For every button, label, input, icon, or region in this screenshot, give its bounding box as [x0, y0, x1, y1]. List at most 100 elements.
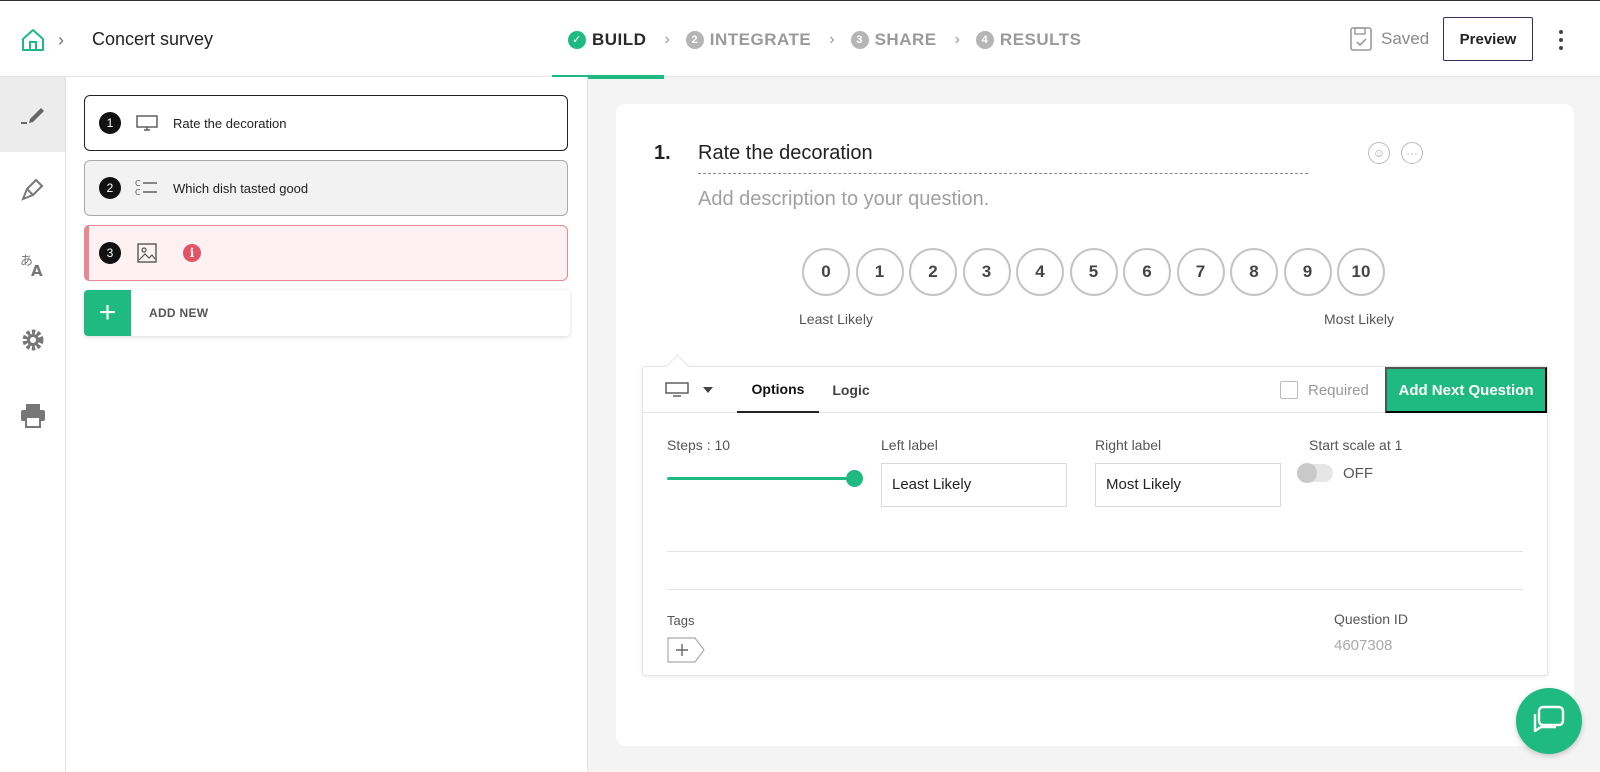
- error-info-icon: i: [183, 244, 201, 262]
- right-label-input[interactable]: Most Likely: [1095, 463, 1281, 507]
- question-index: 1.: [654, 142, 671, 164]
- svg-text:C: C: [135, 179, 141, 188]
- chevron-right-icon: ›: [829, 30, 835, 48]
- step-number: 4: [975, 30, 994, 49]
- step-label: BUILD: [592, 29, 647, 49]
- left-label-input[interactable]: Least Likely: [881, 463, 1067, 507]
- left-label-title: Left label: [881, 437, 938, 453]
- step-number: 3: [850, 30, 869, 49]
- save-disk-icon: [1350, 27, 1372, 51]
- add-new-label: ADD NEW: [149, 306, 209, 320]
- rail-settings[interactable]: [0, 302, 65, 377]
- options-header: Options Logic Required Add Next Question: [643, 367, 1549, 413]
- more-horizontal-icon[interactable]: ···: [1401, 142, 1423, 164]
- question-id-value: 4607308: [1334, 637, 1393, 654]
- scale-option[interactable]: 1: [855, 248, 904, 296]
- tags-label: Tags: [667, 613, 695, 628]
- rail-print[interactable]: [0, 377, 65, 452]
- scale-option[interactable]: 8: [1230, 248, 1278, 296]
- svg-text:C: C: [135, 188, 141, 197]
- survey-title[interactable]: Concert survey: [92, 29, 213, 50]
- question-type-dropdown[interactable]: [665, 381, 713, 399]
- scale-right-label: Most Likely: [1324, 311, 1395, 327]
- emoji-icon[interactable]: ☺: [1368, 142, 1390, 164]
- scale-left-label: Least Likely: [799, 311, 873, 327]
- left-rail: あ A: [0, 77, 66, 772]
- question-list-panel: 1 Rate the decoration 2 C C Which dish t…: [66, 77, 588, 772]
- chat-support-button[interactable]: [1516, 688, 1582, 754]
- scale-option[interactable]: 0: [802, 248, 850, 296]
- rating-scale: 0 1 2 3 4 5 6 7 8 9 10: [802, 248, 1391, 296]
- rail-design[interactable]: [0, 152, 65, 227]
- top-bar: › Concert survey ✓ BUILD › 2 INTEGRATE ›…: [0, 0, 1600, 79]
- tab-logic[interactable]: Logic: [823, 367, 879, 413]
- scale-option[interactable]: 4: [1016, 248, 1064, 296]
- steps-slider[interactable]: [667, 470, 863, 487]
- scale-option[interactable]: 7: [1176, 248, 1225, 296]
- monitor-icon: [665, 382, 689, 397]
- monitor-icon: [136, 115, 158, 131]
- preview-button[interactable]: Preview: [1443, 17, 1533, 61]
- question-number: 2: [99, 177, 121, 199]
- step-label: SHARE: [874, 29, 937, 49]
- question-id-label: Question ID: [1334, 611, 1408, 627]
- slider-handle[interactable]: [846, 470, 863, 487]
- question-card-3[interactable]: 3 i: [84, 225, 568, 281]
- home-icon[interactable]: [20, 27, 46, 53]
- toggle-track: [1297, 463, 1333, 483]
- step-integrate[interactable]: 2 INTEGRATE: [685, 1, 829, 78]
- pen-icon: [20, 107, 44, 124]
- scale-option[interactable]: 2: [909, 248, 957, 296]
- question-description-input[interactable]: Add description to your question.: [698, 188, 989, 211]
- tab-options[interactable]: Options: [737, 367, 819, 413]
- scale-option[interactable]: 3: [962, 248, 1011, 296]
- gear-icon: [22, 329, 43, 350]
- saved-label: Saved: [1381, 29, 1430, 48]
- question-text: Rate the decoration: [173, 115, 287, 131]
- step-share[interactable]: 3 SHARE: [850, 1, 955, 78]
- toggle-state: OFF: [1343, 464, 1373, 482]
- step-results[interactable]: 4 RESULTS: [975, 1, 1100, 78]
- required-checkbox[interactable]: Required: [1280, 381, 1369, 399]
- scale-option[interactable]: 10: [1337, 248, 1385, 296]
- step-build[interactable]: ✓ BUILD: [552, 1, 665, 79]
- translate-icon: あ A: [20, 254, 43, 280]
- divider: [667, 551, 1523, 552]
- scale-option[interactable]: 5: [1069, 248, 1118, 296]
- divider: [667, 589, 1523, 590]
- printer-icon: [20, 403, 45, 428]
- question-editor: 1. Rate the decoration Add description t…: [616, 104, 1574, 746]
- more-options-icon[interactable]: [1551, 27, 1571, 53]
- question-title-input[interactable]: Rate the decoration: [698, 142, 1308, 174]
- question-card-1[interactable]: 1 Rate the decoration: [84, 95, 568, 151]
- breadcrumb-chevron-icon: ›: [58, 30, 64, 50]
- question-card-2[interactable]: 2 C C Which dish tasted good: [84, 160, 568, 216]
- question-options-panel: Options Logic Required Add Next Question…: [642, 366, 1549, 676]
- check-icon: ✓: [568, 30, 586, 49]
- start-scale-label: Start scale at 1: [1309, 437, 1403, 453]
- rail-translate[interactable]: あ A: [0, 227, 65, 302]
- checkbox-icon: [1280, 381, 1298, 399]
- start-scale-toggle[interactable]: OFF: [1297, 463, 1373, 483]
- add-new-button[interactable]: + ADD NEW: [84, 290, 570, 336]
- step-label: INTEGRATE: [709, 29, 812, 49]
- required-label: Required: [1308, 381, 1369, 399]
- chevron-right-icon: ›: [954, 30, 960, 48]
- step-navigation: ✓ BUILD › 2 INTEGRATE › 3 SHARE › 4 RESU…: [552, 1, 1100, 79]
- rail-build[interactable]: [0, 77, 65, 152]
- add-next-question-button[interactable]: Add Next Question: [1385, 367, 1547, 413]
- scale-option[interactable]: 6: [1123, 248, 1171, 296]
- svg-text:A: A: [31, 262, 43, 280]
- question-text: Which dish tasted good: [173, 180, 309, 196]
- paint-brush-icon: [20, 178, 43, 201]
- add-tag-icon[interactable]: [667, 637, 705, 663]
- multiple-choice-icon: C C: [135, 179, 157, 197]
- scale-option[interactable]: 9: [1283, 248, 1332, 296]
- question-number: 3: [99, 242, 121, 264]
- save-status: Saved: [1350, 27, 1429, 51]
- image-icon: [137, 243, 157, 263]
- plus-icon: +: [84, 290, 131, 336]
- steps-label: Steps : 10: [667, 437, 731, 453]
- question-number: 1: [99, 112, 121, 134]
- right-label-title: Right label: [1095, 437, 1162, 453]
